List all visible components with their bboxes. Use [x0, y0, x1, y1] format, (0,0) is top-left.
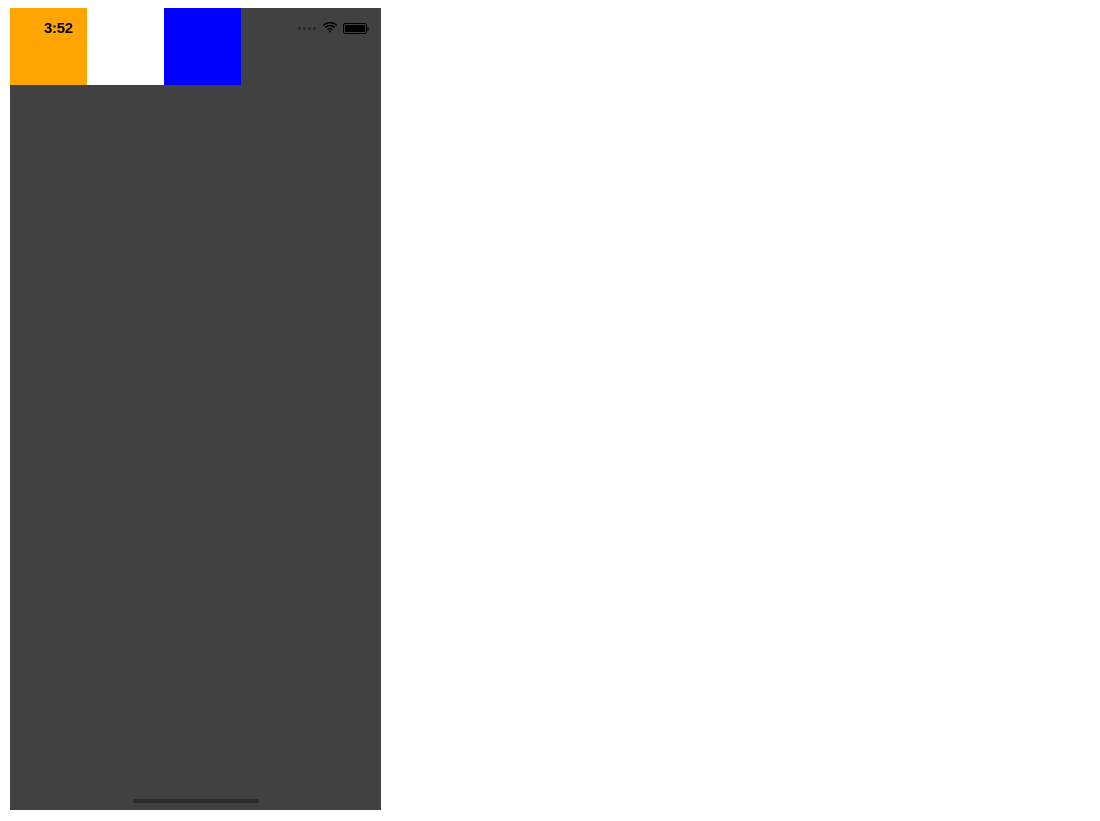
cellular-icon	[298, 27, 316, 30]
home-indicator[interactable]	[133, 799, 259, 804]
wifi-icon	[322, 22, 338, 34]
status-bar: 3:52	[10, 8, 381, 44]
battery-icon	[343, 23, 367, 34]
status-time: 3:52	[44, 20, 73, 37]
device-frame: 3:52	[10, 8, 381, 810]
status-right-icons	[298, 22, 367, 34]
